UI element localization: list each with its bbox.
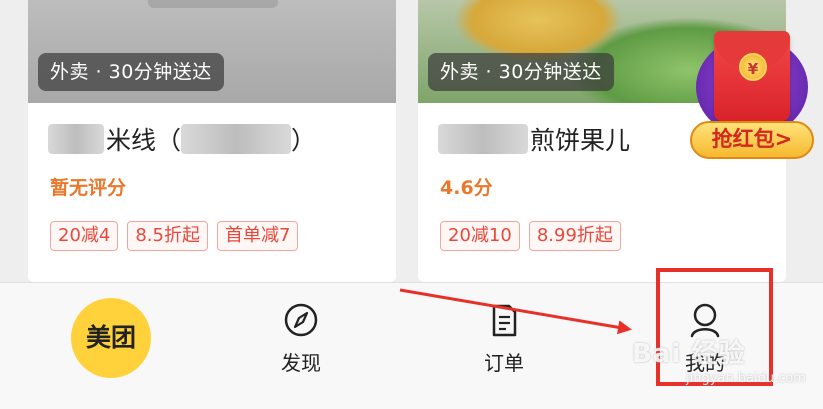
- tab-discover-label: 发现: [281, 351, 321, 375]
- tab-discover[interactable]: 发现: [246, 283, 356, 409]
- restaurant-name: 煎饼果儿: [438, 121, 630, 157]
- delivery-time-badge: 外卖 · 30分钟送达: [38, 53, 224, 91]
- restaurant-image: 外卖 · 30分钟送达: [28, 0, 396, 103]
- discount-tags: 20减4 8.5折起 首单减7: [50, 221, 299, 251]
- restaurant-name-visible: 米线（: [106, 126, 182, 155]
- image-blurred-text: [148, 0, 278, 8]
- restaurant-name-end: ）: [291, 126, 317, 155]
- tab-home[interactable]: 美团: [55, 283, 165, 409]
- meituan-logo[interactable]: 美团: [71, 298, 151, 378]
- restaurant-rating: 4.6分: [440, 177, 493, 199]
- compass-icon: [284, 303, 318, 337]
- discount-tag: 20减10: [440, 221, 520, 251]
- discount-tags: 20减10 8.99折起: [440, 221, 621, 251]
- red-packet-promo[interactable]: ¥ 抢红包>: [688, 31, 816, 163]
- grab-red-packet-button[interactable]: 抢红包>: [690, 121, 814, 159]
- restaurant-name: 米线（ ）: [48, 121, 316, 157]
- coin-icon: ¥: [739, 53, 767, 81]
- red-envelope-icon: ¥: [714, 31, 790, 121]
- discount-tag: 首单减7: [217, 221, 299, 251]
- blurred-name-part: [48, 124, 104, 154]
- watermark: Bai 经验: [632, 339, 746, 369]
- restaurant-card[interactable]: 外卖 · 30分钟送达 米线（ ） 暂无评分 20减4 8.5折起 首单减7: [28, 0, 396, 282]
- restaurant-rating: 暂无评分: [50, 177, 127, 199]
- blurred-name-part: [181, 124, 292, 154]
- blurred-name-part: [438, 124, 528, 154]
- tab-orders-label: 订单: [484, 351, 524, 375]
- discount-tag: 20减4: [50, 221, 119, 251]
- tab-orders[interactable]: 订单: [449, 283, 559, 409]
- watermark-url: jingyan.baidu.com: [686, 371, 806, 386]
- discount-tag: 8.5折起: [127, 221, 208, 251]
- order-list-icon: [492, 304, 517, 337]
- restaurant-feed: 外卖 · 30分钟送达 米线（ ） 暂无评分 20减4 8.5折起 首单减7 外…: [0, 0, 823, 282]
- discount-tag: 8.99折起: [528, 221, 621, 251]
- restaurant-name-visible: 煎饼果儿: [530, 126, 631, 155]
- delivery-time-badge: 外卖 · 30分钟送达: [428, 53, 614, 91]
